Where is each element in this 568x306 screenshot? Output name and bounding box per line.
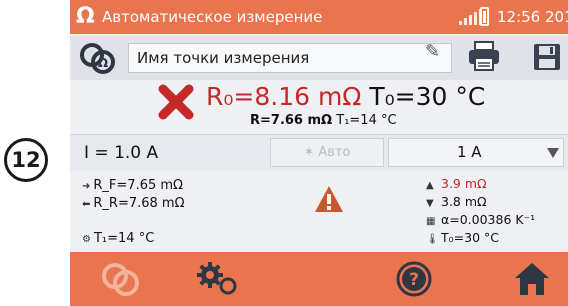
help-icon[interactable]: ? bbox=[395, 260, 433, 298]
reverse-resistance-value: R_R=7.68 mΩ bbox=[93, 196, 185, 211]
measure-point-icon[interactable]: Ω bbox=[78, 41, 118, 75]
clock: 12:56 2019.02.1( bbox=[497, 8, 568, 26]
fail-cross-icon bbox=[158, 84, 194, 120]
limit-min-value: 3.8 mΩ bbox=[441, 194, 487, 209]
details-panel: ➜ R_F=7.65 mΩ ⬅ R_R=7.68 mΩ ⚙ T₁=14 °C ▲ 3.9… bbox=[70, 171, 568, 251]
current-range-select[interactable]: 1 A bbox=[388, 138, 564, 167]
measured-temperature: T₁=14 °C bbox=[336, 113, 397, 128]
measurement-name-label: Имя точки измерения bbox=[137, 49, 310, 67]
reverse-resistance: ⬅ R_R=7.68 mΩ bbox=[82, 196, 185, 211]
current-value: I = 1.0 A bbox=[84, 143, 159, 163]
ohm-logo: Ω bbox=[76, 4, 95, 29]
calculator-icon: ▦ bbox=[426, 216, 436, 227]
svg-text:Ω: Ω bbox=[98, 56, 108, 70]
arrow-right-icon: ➜ bbox=[82, 181, 91, 192]
current-range-value: 1 A bbox=[457, 143, 482, 161]
main-temperature: T₀=30 °C bbox=[369, 82, 486, 111]
printer-icon[interactable] bbox=[466, 40, 502, 74]
measurement-name-row: Ω Имя точки измерения ✎ bbox=[70, 36, 568, 81]
screen-title: Автоматическое измерение bbox=[102, 8, 323, 26]
auto-label: Авто bbox=[318, 145, 351, 160]
svg-text:?: ? bbox=[409, 270, 419, 290]
home-icon[interactable] bbox=[512, 260, 552, 298]
main-result: R₀=8.16 mΩ T₀=30 °C bbox=[206, 82, 485, 111]
result-panel: R₀=8.16 mΩ T₀=30 °C R=7.66 mΩ T₁=14 °C bbox=[70, 80, 568, 134]
bottom-nav: ? bbox=[70, 252, 568, 306]
save-icon[interactable] bbox=[530, 40, 564, 74]
warning-icon bbox=[315, 186, 343, 212]
limit-max-value: 3.9 mΩ bbox=[441, 176, 487, 191]
status-bar: Ω Автоматическое измерение 12:56 2019.02… bbox=[70, 0, 568, 34]
alpha-coefficient: ▦ α=0.00386 K⁻¹ bbox=[426, 212, 535, 227]
device-screen: Ω Автоматическое измерение 12:56 2019.02… bbox=[70, 0, 568, 306]
step-callout: 12 bbox=[4, 138, 48, 182]
signal-icon bbox=[459, 9, 482, 25]
measurement-name-field[interactable]: Имя точки измерения bbox=[128, 43, 452, 73]
upper-limit-icon: ▲ bbox=[426, 180, 434, 191]
auto-button[interactable]: ✶ Авто bbox=[270, 138, 384, 167]
chevron-down-icon bbox=[547, 148, 559, 158]
thermometer-icon: 🌡 bbox=[426, 234, 439, 245]
measured-resistance: R=7.66 mΩ bbox=[250, 113, 333, 128]
main-resistance: R₀=8.16 mΩ bbox=[206, 82, 362, 111]
arrow-left-icon: ⬅ bbox=[82, 199, 91, 210]
probe-temperature: ⚙ T₁=14 °C bbox=[82, 231, 154, 246]
sub-result: R=7.66 mΩ T₁=14 °C bbox=[250, 113, 397, 128]
reference-temperature: 🌡 T₀=30 °C bbox=[426, 230, 499, 245]
probe-temperature-value: T₁=14 °C bbox=[93, 231, 155, 246]
forward-resistance: ➜ R_F=7.65 mΩ bbox=[82, 178, 183, 193]
measure-icon[interactable] bbox=[96, 260, 144, 298]
reference-temperature-value: T₀=30 °C bbox=[441, 230, 499, 245]
lower-limit-icon: ▼ bbox=[426, 198, 434, 209]
settings-icon[interactable] bbox=[194, 260, 246, 298]
probe-icon: ⚙ bbox=[82, 234, 91, 245]
battery-icon bbox=[480, 7, 489, 26]
forward-resistance-value: R_F=7.65 mΩ bbox=[93, 178, 183, 193]
pencil-icon[interactable]: ✎ bbox=[425, 41, 440, 62]
wand-icon: ✶ bbox=[303, 145, 315, 160]
alpha-value: α=0.00386 K⁻¹ bbox=[441, 212, 536, 227]
current-row: I = 1.0 A ✶ Авто 1 A bbox=[70, 134, 568, 172]
limit-min: ▼ 3.8 mΩ bbox=[426, 194, 487, 209]
limit-max: ▲ 3.9 mΩ bbox=[426, 176, 487, 191]
